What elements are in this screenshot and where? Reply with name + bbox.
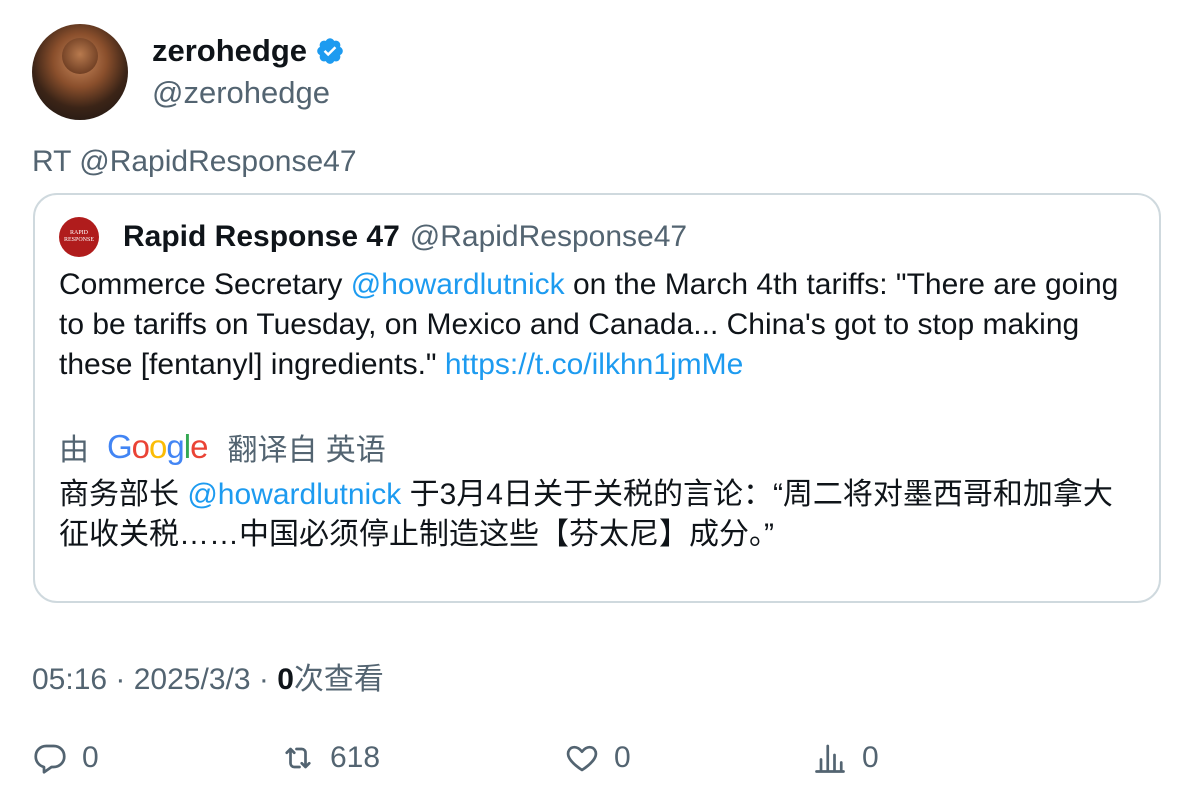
views-label: 次查看 (293, 663, 384, 696)
tweet-url-link[interactable]: https://t.co/ilkhn1jmMe (445, 348, 743, 381)
heart-icon (566, 745, 598, 772)
translation-attribution: 由 Google 翻译自 英语 (59, 425, 386, 469)
retweet-button[interactable]: 618 (280, 740, 380, 776)
display-name-row: zerohedge (152, 33, 345, 69)
translated-text: 商务部长 @howardlutnick 于3月4日关于关税的言论：“周二将对墨西… (59, 475, 1139, 555)
quoted-author-name[interactable]: Rapid Response 47 (123, 220, 400, 254)
quoted-avatar-logo-text: RAPID RESPONSE (63, 230, 94, 243)
quoted-author-handle[interactable]: @RapidResponse47 (410, 220, 687, 254)
tweet-header: zerohedge @zerohedge (32, 24, 345, 120)
verified-badge-icon (317, 38, 343, 64)
google-logo: Google (107, 428, 208, 465)
mention-link[interactable]: @howardlutnick (351, 268, 565, 301)
reply-button[interactable]: 0 (32, 740, 99, 776)
quoted-tweet-header: RAPID RESPONSE Rapid Response 47 @RapidR… (59, 217, 687, 257)
views-button[interactable]: 0 (812, 740, 879, 776)
quoted-tweet-text: Commerce Secretary @howardlutnick on the… (59, 265, 1139, 385)
author-names: zerohedge @zerohedge (152, 33, 345, 111)
views-action-count: 0 (862, 741, 879, 774)
like-count: 0 (614, 741, 631, 774)
analytics-icon (815, 744, 845, 773)
views-count: 0 (277, 663, 294, 696)
reply-icon (34, 744, 66, 774)
meta-separator-2: · (250, 663, 278, 696)
like-button[interactable]: 0 (564, 740, 631, 776)
author-avatar[interactable] (32, 24, 128, 120)
translated-by-label: 由 (59, 434, 89, 467)
translated-text-part-1: 商务部长 (59, 478, 188, 511)
quoted-text-part-1: Commerce Secretary (59, 268, 351, 301)
author-display-name[interactable]: zerohedge (152, 33, 307, 69)
translated-mention-link[interactable]: @howardlutnick (187, 478, 401, 511)
quoted-author-avatar[interactable]: RAPID RESPONSE (59, 217, 99, 257)
author-handle[interactable]: @zerohedge (152, 75, 345, 111)
meta-separator: · (107, 663, 134, 696)
tweet-actions-bar: 0 618 0 0 (32, 740, 1162, 784)
retweet-prefix: RT @RapidResponse47 (32, 145, 357, 178)
tweet-meta: 05:16 · 2025/3/3 · 0次查看 (32, 654, 384, 698)
tweet-date[interactable]: 2025/3/3 (134, 663, 251, 696)
tweet-time[interactable]: 05:16 (32, 663, 107, 696)
quoted-tweet-card[interactable]: RAPID RESPONSE Rapid Response 47 @RapidR… (33, 193, 1161, 603)
retweet-count: 618 (330, 741, 381, 774)
reply-count: 0 (82, 741, 99, 774)
translated-from-label[interactable]: 翻译自 英语 (227, 425, 385, 469)
retweet-icon (285, 747, 311, 769)
